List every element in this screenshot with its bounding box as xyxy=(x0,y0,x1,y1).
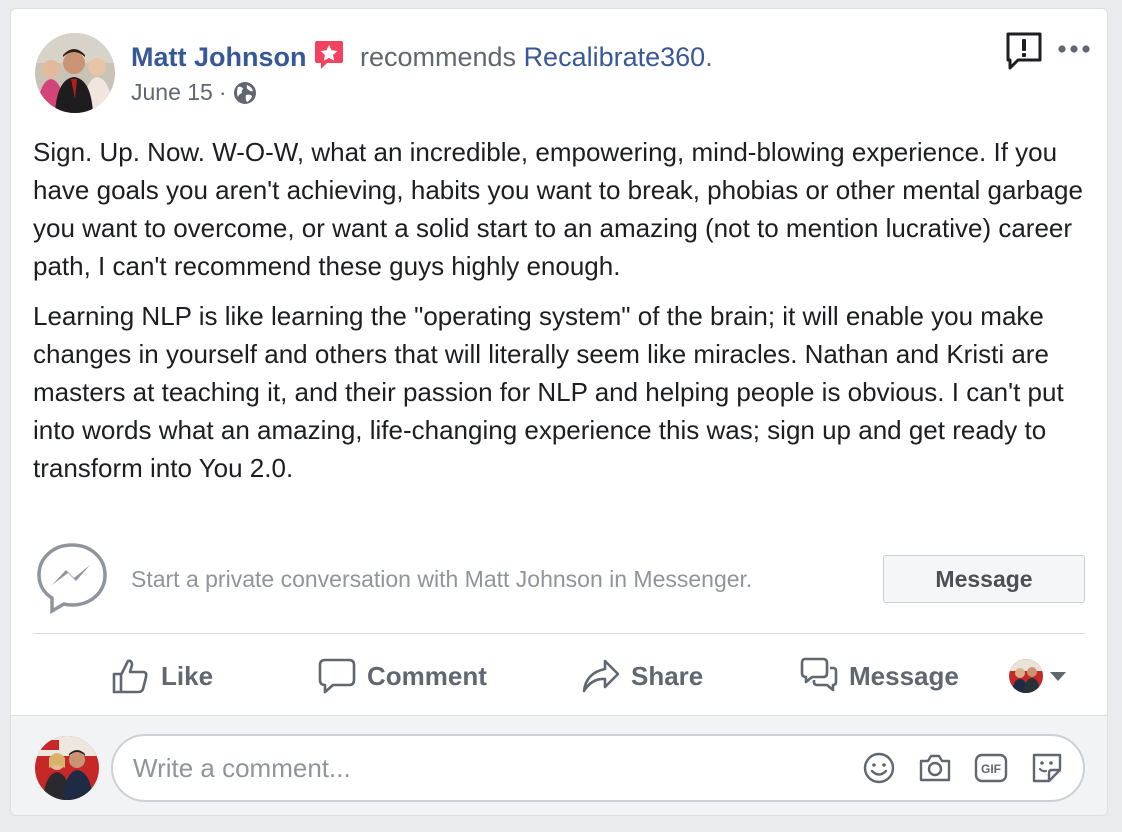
share-button[interactable]: Share xyxy=(581,645,703,707)
author-avatar[interactable] xyxy=(35,33,115,113)
post-paragraph: Sign. Up. Now. W-O-W, what an incredible… xyxy=(33,137,1083,281)
recommendation-star-icon xyxy=(314,41,343,69)
review-post-card: Matt Johnson recommends Recalibrate360. … xyxy=(10,8,1108,816)
post-as-selector[interactable] xyxy=(1009,659,1067,693)
messenger-prompt-text: Start a private conversation with Matt J… xyxy=(131,566,753,592)
report-flag-icon[interactable] xyxy=(1004,31,1044,71)
post-date-link[interactable]: June 15 xyxy=(131,79,213,106)
message-button[interactable]: Message xyxy=(883,555,1085,603)
chevron-down-icon xyxy=(1050,672,1066,681)
page-avatar xyxy=(1009,659,1043,693)
comment-label: Comment xyxy=(367,660,487,691)
share-label: Share xyxy=(631,660,704,691)
globe-icon[interactable] xyxy=(233,81,257,105)
post-meta: June 15 · xyxy=(131,79,257,106)
recommends-text: recommends xyxy=(352,42,524,72)
comment-input[interactable] xyxy=(133,736,833,800)
commenter-avatar xyxy=(35,736,99,800)
comment-button[interactable]: Comment xyxy=(317,645,487,707)
more-options-icon[interactable] xyxy=(1057,39,1091,59)
message-label: Message xyxy=(849,660,959,691)
emoji-icon[interactable] xyxy=(861,750,897,786)
page-name-link[interactable]: Recalibrate360 xyxy=(524,42,706,72)
messages-icon xyxy=(800,657,838,692)
post-action-bar: Like Comment Share Message xyxy=(33,645,1085,707)
gif-icon[interactable]: GIF xyxy=(973,750,1009,786)
meta-separator: · xyxy=(218,79,227,105)
comment-box: GIF xyxy=(111,734,1085,802)
author-name-link[interactable]: Matt Johnson xyxy=(131,42,307,72)
comment-bubble-icon xyxy=(318,658,356,694)
thumbs-up-icon xyxy=(112,659,148,694)
like-button[interactable]: Like xyxy=(111,645,213,707)
svg-text:GIF: GIF xyxy=(981,762,1001,776)
messenger-icon xyxy=(37,543,107,615)
send-message-button[interactable]: Message xyxy=(799,645,959,707)
like-label: Like xyxy=(161,660,214,691)
sticker-icon[interactable] xyxy=(1029,750,1065,786)
post-header: Matt Johnson recommends Recalibrate360. xyxy=(131,39,713,73)
comment-composer: GIF xyxy=(11,715,1107,815)
divider xyxy=(33,633,1085,634)
share-arrow-icon xyxy=(582,659,620,693)
page-suffix: . xyxy=(705,42,713,72)
post-paragraph: Learning NLP is like learning the "opera… xyxy=(33,301,1064,483)
post-body: Sign. Up. Now. W-O-W, what an incredible… xyxy=(33,133,1089,499)
camera-icon[interactable] xyxy=(917,750,953,786)
messenger-prompt-row: Start a private conversation with Matt J… xyxy=(35,541,1085,621)
